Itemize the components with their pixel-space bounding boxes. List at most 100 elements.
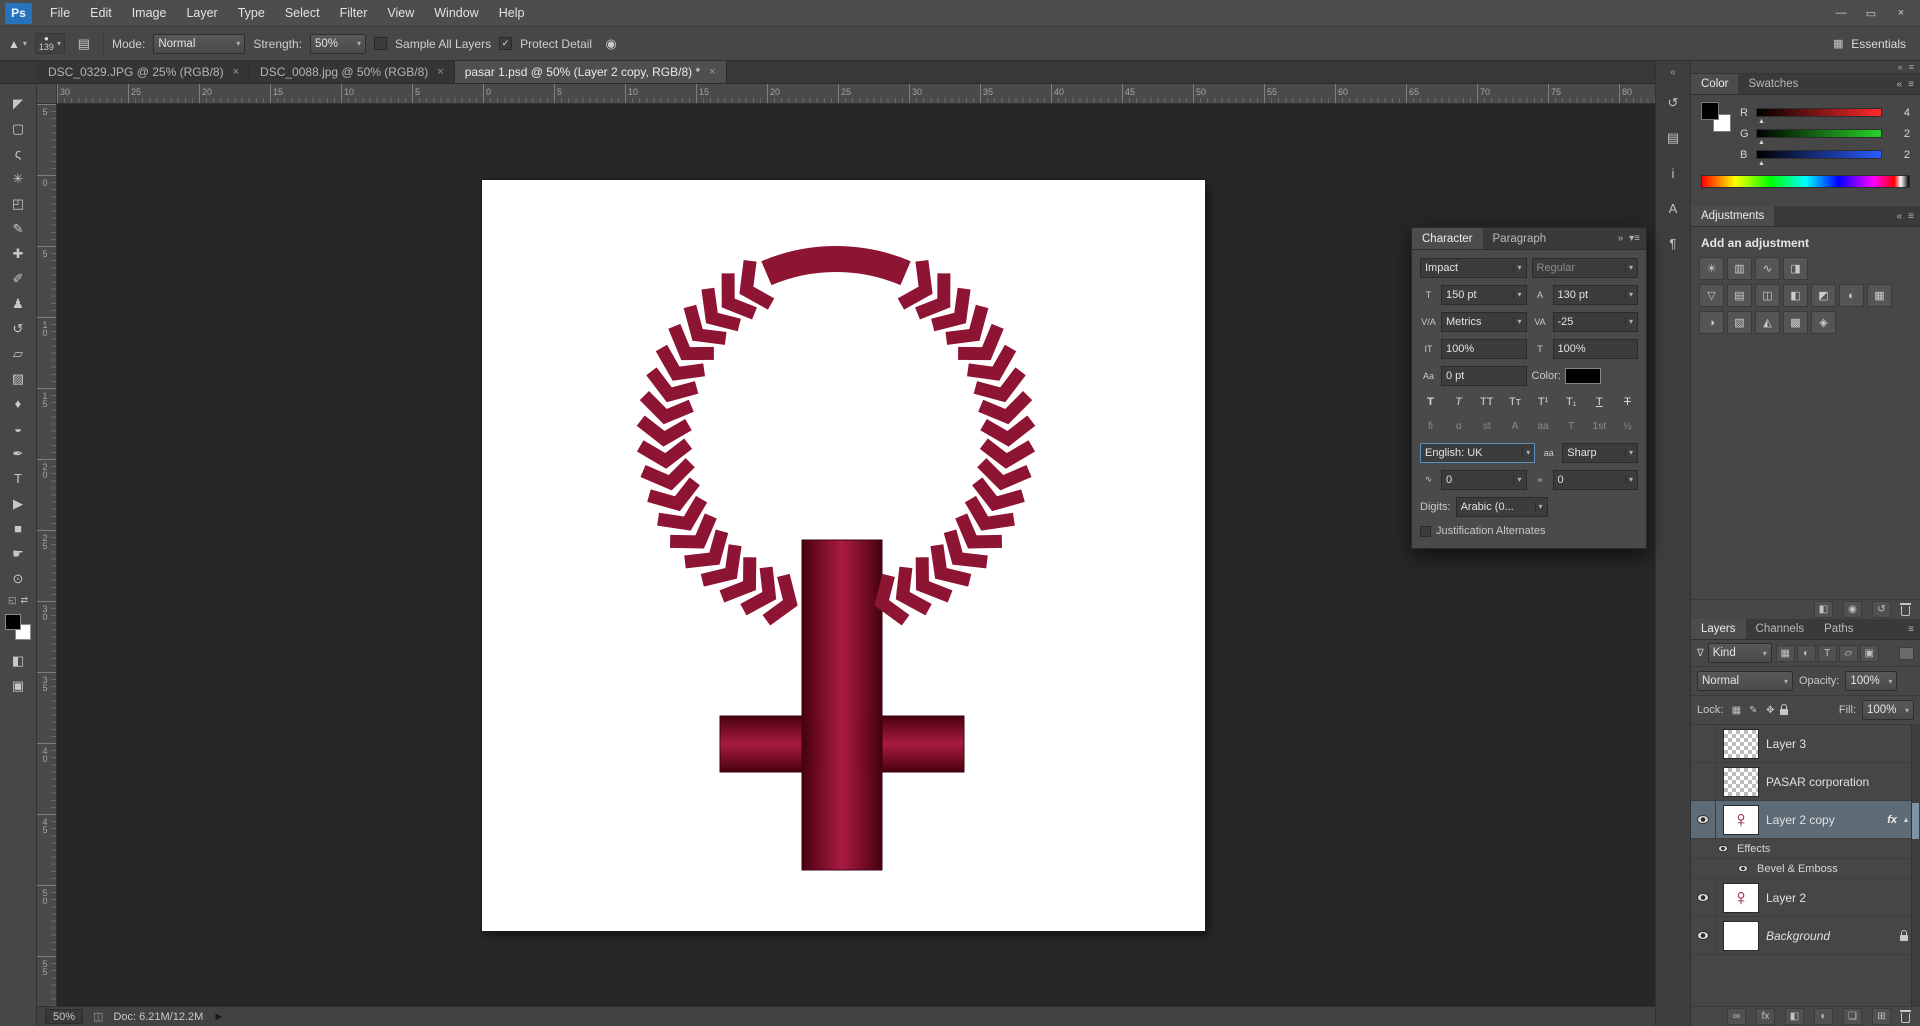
expand-panels-icon[interactable]: « (1661, 66, 1685, 78)
dodge-tool[interactable]: ◒ (4, 416, 32, 441)
mode-select[interactable]: Normal ▾ (153, 33, 246, 54)
character-panel-icon[interactable]: A (1661, 198, 1685, 218)
layer-fx-badge[interactable]: fx (1887, 814, 1897, 826)
ruler-vertical[interactable]: 5 0 5 10 15 20 25 30 35 40 45 50 55 (37, 104, 57, 1006)
leading-select[interactable]: 130 pt ▾ (1552, 284, 1638, 305)
delete-layer-icon[interactable] (1900, 1010, 1911, 1023)
quick-selection-tool[interactable]: ✳ (4, 166, 32, 191)
font-style-select[interactable]: Regular ▾ (1531, 257, 1638, 278)
channel-value[interactable]: 4 (1888, 107, 1910, 119)
new-group-icon[interactable]: ❏ (1843, 1008, 1862, 1025)
slider-thumb-icon[interactable]: ▲ (1758, 160, 1765, 167)
swap-colors-icon[interactable]: ⇄ (20, 595, 28, 606)
gradient-tool[interactable]: ▨ (4, 366, 32, 391)
slider-thumb-icon[interactable]: ▲ (1758, 139, 1765, 146)
toggle-brush-panel-icon[interactable]: ▤ (73, 34, 95, 54)
photo-filter-adjustment-icon[interactable]: ◩ (1811, 284, 1836, 307)
channel-slider[interactable]: ▲ (1756, 150, 1882, 167)
layer-row[interactable]: ♀ Layer 2 copy fx ▴ (1691, 801, 1920, 839)
tab-swatches[interactable]: Swatches (1738, 74, 1808, 94)
active-tool-preset[interactable]: ▲ ▾ (8, 37, 27, 51)
adjustment-layer-icon[interactable]: ◐ (1814, 1008, 1833, 1025)
kerning-select[interactable]: Metrics ▾ (1441, 311, 1527, 332)
channel-slider[interactable]: ▲ (1756, 108, 1882, 125)
layer-row[interactable]: Layer 3 (1691, 725, 1920, 763)
minimize-icon[interactable]: — (1827, 4, 1855, 22)
visibility-toggle[interactable] (1691, 763, 1716, 800)
default-colors-icon[interactable]: ◱ (8, 595, 17, 606)
kashida-left-select[interactable]: 0 ▾ (1441, 469, 1527, 490)
color-balance-adjustment-icon[interactable]: ◫ (1755, 284, 1780, 307)
menu-view[interactable]: View (377, 0, 424, 26)
move-tool[interactable]: ◤ (4, 91, 32, 116)
filter-pixel-layers-icon[interactable]: ▦ (1775, 644, 1795, 662)
channel-mixer-adjustment-icon[interactable]: ◐ (1839, 284, 1864, 307)
menu-window[interactable]: Window (424, 0, 488, 26)
hand-tool[interactable]: ☛ (4, 541, 32, 566)
vibrance-adjustment-icon[interactable]: ▽ (1699, 284, 1724, 307)
color-spectrum-ramp[interactable] (1701, 175, 1910, 188)
collapse-dock-icon[interactable]: « (1898, 62, 1903, 72)
filter-shape-layers-icon[interactable]: ▱ (1838, 644, 1858, 662)
panel-menu-icon[interactable]: ≡ (1908, 624, 1914, 635)
foreground-color-swatch[interactable] (5, 614, 21, 630)
pen-tool[interactable]: ✒ (4, 441, 32, 466)
digits-select[interactable]: Arabic (0... ▾ (1455, 496, 1548, 517)
color-swatch-preview[interactable] (1701, 102, 1731, 132)
menu-edit[interactable]: Edit (80, 0, 122, 26)
screen-mode-icon[interactable]: ▣ (4, 673, 32, 698)
selective-color-adjustment-icon[interactable]: ◈ (1811, 311, 1836, 334)
baseline-shift-field[interactable]: 0 pt (1441, 365, 1527, 386)
tab-channels[interactable]: Channels (1746, 619, 1815, 639)
layer-row[interactable]: PASAR corporation (1691, 763, 1920, 801)
lock-transparency-icon[interactable]: ▦ (1729, 702, 1743, 719)
visibility-toggle[interactable] (1691, 725, 1716, 762)
channel-slider[interactable]: ▲ (1756, 129, 1882, 146)
spot-healing-brush-tool[interactable]: ✚ (4, 241, 32, 266)
layer-row[interactable]: ♀ Layer 2 (1691, 879, 1920, 917)
filter-type-layers-icon[interactable]: T (1817, 644, 1837, 662)
document-canvas[interactable] (482, 180, 1205, 931)
underline-button[interactable]: T (1589, 392, 1610, 411)
status-menu-icon[interactable]: ► (213, 1011, 224, 1023)
strikethrough-button[interactable]: T (1617, 392, 1638, 411)
opacity-select[interactable]: 100% ▾ (1845, 671, 1898, 691)
document-tab[interactable]: DSC_0329.JPG @ 25% (RGB/8) × (38, 61, 251, 83)
subscript-button[interactable]: T₁ (1561, 392, 1582, 411)
clone-stamp-tool[interactable]: ♟ (4, 291, 32, 316)
stylistic-alternates-button[interactable]: aa (1533, 417, 1554, 436)
collapse-panel-icon[interactable]: « (1897, 211, 1903, 222)
vertical-scale-field[interactable]: 100% (1441, 338, 1527, 359)
tab-paths[interactable]: Paths (1814, 619, 1863, 639)
levels-adjustment-icon[interactable]: ▥ (1727, 257, 1752, 280)
restore-icon[interactable]: ▭ (1857, 4, 1885, 22)
tab-close-icon[interactable]: × (233, 66, 239, 78)
menu-help[interactable]: Help (489, 0, 535, 26)
threshold-adjustment-icon[interactable]: ◭ (1755, 311, 1780, 334)
visibility-toggle[interactable] (1735, 864, 1751, 873)
filter-adjustment-layers-icon[interactable]: ◐ (1796, 644, 1816, 662)
panel-menu-icon[interactable]: ▾≡ (1629, 233, 1640, 244)
swash-button[interactable]: A (1504, 417, 1525, 436)
ruler-horizontal[interactable]: 30 25 20 15 10 5 0 5 10 15 20 25 30 35 40 45 50 55 60 65 70 7… (57, 84, 1655, 104)
lasso-tool[interactable]: ς (4, 141, 32, 166)
kashida-right-select[interactable]: 0 ▾ (1552, 469, 1638, 490)
tab-color[interactable]: Color (1691, 74, 1739, 94)
sample-all-layers-checkbox[interactable] (374, 37, 388, 50)
blend-mode-select[interactable]: Normal ▾ (1697, 671, 1793, 691)
faux-bold-button[interactable]: T (1420, 392, 1441, 411)
ordinals-button[interactable]: 1st (1589, 417, 1610, 436)
anti-alias-select[interactable]: Sharp ▾ (1562, 442, 1638, 463)
visibility-toggle[interactable] (1691, 801, 1716, 838)
zoom-level-field[interactable]: 50% (45, 1009, 84, 1024)
tab-close-icon[interactable]: × (709, 66, 715, 78)
menu-select[interactable]: Select (275, 0, 330, 26)
toggle-visibility-icon[interactable]: ◉ (1843, 601, 1862, 618)
posterize-adjustment-icon[interactable]: ▧ (1727, 311, 1752, 334)
crop-tool[interactable]: ◰ (4, 191, 32, 216)
zoom-tool[interactable]: ⊙ (4, 566, 32, 591)
tracking-select[interactable]: -25 ▾ (1552, 311, 1638, 332)
eyedropper-tool[interactable]: ✎ (4, 216, 32, 241)
protect-detail-checkbox[interactable]: ✓ (499, 37, 513, 50)
tab-close-icon[interactable]: × (437, 66, 443, 78)
